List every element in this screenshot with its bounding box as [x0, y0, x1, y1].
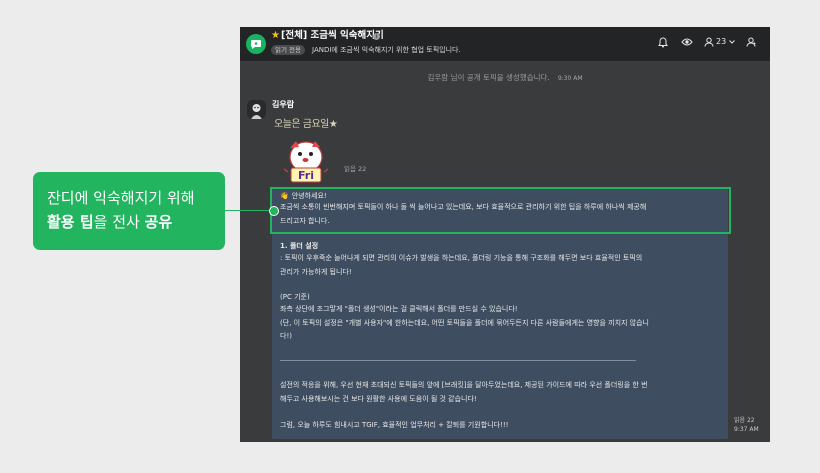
- divider: [280, 360, 636, 361]
- topic-icon[interactable]: [246, 34, 266, 54]
- system-message: 김우람 님이 공개 토픽을 생성했습니다. 9:30 AM: [240, 73, 770, 84]
- card-line-8: (단, 이 토픽의 설정은 "개별 사용자"에 한하는데요, 어떤 토픽들을 폴…: [280, 319, 649, 327]
- callout-bold-b: 공유: [144, 213, 173, 231]
- message-time: 9:37 AM: [734, 426, 759, 433]
- chevron-down-icon[interactable]: [729, 40, 735, 44]
- sticker-text: Fri: [298, 169, 314, 182]
- topic-header: ★ [전체] 조금씩 익숙해지기 i 읽기 전용 JANDI에 조금씩 익숙해지…: [240, 27, 770, 61]
- callout-line1: 잔디에 익숙해지기 위해: [47, 189, 195, 207]
- avatar[interactable]: [247, 100, 266, 119]
- info-icon[interactable]: i: [373, 33, 380, 40]
- highlight-frame: [270, 187, 731, 234]
- jandi-app-window: ★ [전체] 조금씩 익숙해지기 i 읽기 전용 JANDI에 조금씩 익숙해지…: [240, 27, 770, 442]
- system-message-time: 9:30 AM: [557, 75, 583, 82]
- eye-icon[interactable]: [681, 37, 693, 47]
- message-unread-count[interactable]: 읽음 22: [734, 417, 755, 425]
- card-line-7: 좌측 상단에 조그맣게 "폴더 생성"이라는 걸 클릭해서 폴더를 만드실 수 …: [280, 305, 518, 313]
- card-line-12: 그럼, 오늘 하루도 힘내시고 TGIF, 효율적인 업무처리 + 칼퇴를 기원…: [280, 421, 509, 429]
- card-line-11: 해두고 사용해보시는 건 보다 원활한 사용에 도움이 될 것 같습니다!: [280, 395, 477, 403]
- sender-name[interactable]: 김우람: [272, 100, 294, 110]
- callout-line2: 활용 팁을 전사 공유: [47, 212, 172, 232]
- card-line-10: 설전의 적응을 위해, 우선 현재 초대되신 토픽들의 앞에 [브래킷]을 달아…: [280, 381, 648, 389]
- callout-mid: 을 전사: [93, 213, 145, 231]
- star-icon[interactable]: ★: [271, 31, 280, 41]
- card-line-9: 다!): [280, 332, 292, 340]
- bell-icon[interactable]: [658, 37, 668, 48]
- topic-title: [전체] 조금씩 익숙해지기: [281, 30, 384, 41]
- callout-bold-a: 활용 팁: [47, 213, 94, 231]
- callout-connector: [224, 210, 271, 211]
- member-count[interactable]: 23: [716, 37, 726, 47]
- members-icon[interactable]: [704, 37, 714, 47]
- callout-box: 잔디에 익숙해지기 위해 활용 팁을 전사 공유: [33, 172, 225, 250]
- card-line-3: 1. 폴더 설정: [280, 242, 319, 250]
- readonly-badge: 읽기 전용: [271, 45, 305, 55]
- topic-description: JANDI에 조금씩 익숙해지기 위한 협업 토픽입니다.: [312, 46, 461, 54]
- system-message-text: 김우람 님이 공개 토픽을 생성했습니다.: [427, 73, 550, 82]
- profile-icon[interactable]: [746, 37, 756, 47]
- card-line-5: 관리가 가능하게 됩니다!: [280, 268, 352, 276]
- sticker-unread-count[interactable]: 읽음 22: [344, 165, 366, 173]
- callout-dot: [269, 206, 279, 216]
- card-line-4: : 토픽이 우후죽순 늘어나게 되면 관리의 이슈가 발생을 하는데요, 폴더링…: [280, 254, 643, 262]
- card-line-6: (PC 기준): [280, 293, 310, 301]
- sticker-image[interactable]: Fri: [276, 130, 336, 190]
